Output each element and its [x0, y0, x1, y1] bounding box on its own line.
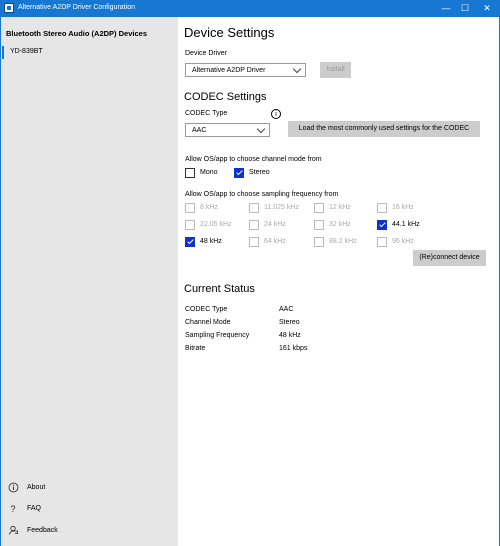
freq-label: 44.1 kHz — [392, 221, 420, 228]
maximize-button[interactable]: ☐ — [458, 2, 472, 15]
codec-info-icon[interactable]: i — [271, 109, 281, 119]
freq-label: 88.2 kHz — [329, 238, 357, 245]
freq-label: 48 kHz — [200, 238, 222, 245]
stereo-checkbox[interactable] — [234, 168, 244, 178]
window-title: Alternative A2DP Driver Configuration — [18, 4, 135, 11]
freq-checkbox-48-khz[interactable] — [185, 237, 195, 247]
current-status-title: Current Status — [184, 283, 255, 295]
feedback-icon — [7, 525, 19, 537]
freq-checkbox-22-05-khz[interactable] — [185, 220, 195, 230]
faq-label: FAQ — [27, 505, 42, 512]
freq-label: 96 kHz — [392, 238, 414, 245]
device-label: YD-839BT — [10, 48, 43, 55]
status-label: CODEC Type — [185, 306, 228, 313]
question-icon: ? — [10, 504, 16, 514]
freq-checkbox-8-khz[interactable] — [185, 203, 195, 213]
freq-label: 22.05 kHz — [200, 221, 232, 228]
feedback-label: Feedback — [27, 527, 58, 534]
mono-checkbox[interactable] — [185, 168, 195, 178]
freq-checkbox-12-khz[interactable] — [314, 203, 324, 213]
freq-label: 24 kHz — [264, 221, 286, 228]
device-driver-label: Device Driver — [185, 50, 228, 57]
freq-label: 8 kHz — [200, 204, 218, 211]
freq-checkbox-16-khz[interactable] — [377, 203, 387, 213]
status-value: Stereo — [279, 319, 300, 326]
status-value: AAC — [279, 306, 294, 313]
freq-label: 12 kHz — [329, 204, 351, 211]
stereo-label: Stereo — [249, 169, 270, 176]
freq-label: 11.025 kHz — [264, 204, 299, 211]
chevron-down-icon — [256, 124, 266, 134]
sidebar: Bluetooth Stereo Audio (A2DP) Devices YD… — [0, 17, 180, 546]
sidebar-header: Bluetooth Stereo Audio (A2DP) Devices — [6, 29, 147, 38]
about-label: About — [27, 484, 46, 491]
chevron-down-icon — [292, 64, 302, 74]
freq-checkbox-32-khz[interactable] — [314, 220, 324, 230]
status-label: Sampling Frequency — [185, 332, 250, 339]
status-label: Bitrate — [185, 345, 206, 352]
title-bar: Alternative A2DP Driver Configuration — … — [0, 0, 500, 17]
close-button[interactable]: ✕ — [480, 2, 494, 15]
device-driver-dropdown[interactable]: Alternative A2DP Driver — [185, 63, 306, 77]
codec-type-label: CODEC Type — [185, 110, 228, 117]
freq-checkbox-64-khz[interactable] — [249, 237, 259, 247]
freq-checkbox-24-khz[interactable] — [249, 220, 259, 230]
freq-label: 16 kHz — [392, 204, 414, 211]
main-panel: Device Settings Device Driver Alternativ… — [178, 17, 500, 546]
device-driver-value: Alternative A2DP Driver — [192, 67, 266, 74]
sidebar-item-feedback[interactable]: Feedback — [1, 523, 178, 540]
sidebar-item-device[interactable]: YD-839BT — [1, 45, 178, 60]
codec-type-dropdown[interactable]: AAC — [185, 123, 270, 137]
status-value: 48 kHz — [279, 332, 301, 339]
freq-checkbox-96-khz[interactable] — [377, 237, 387, 247]
install-button[interactable]: Install — [320, 62, 351, 78]
freq-checkbox-88-2-khz[interactable] — [314, 237, 324, 247]
mono-label: Mono — [200, 169, 218, 176]
status-label: Channel Mode — [185, 319, 231, 326]
sidebar-item-faq[interactable]: ? FAQ — [1, 501, 178, 518]
freq-checkbox-44-1-khz[interactable] — [377, 220, 387, 230]
status-value: 161 kbps — [279, 345, 308, 352]
selection-indicator — [2, 46, 4, 59]
freq-checkbox-11-025-khz[interactable] — [249, 203, 259, 213]
sampling-frequency-label: Allow OS/app to choose sampling frequenc… — [185, 191, 339, 198]
freq-label: 64 kHz — [264, 238, 286, 245]
info-icon — [7, 482, 19, 494]
sidebar-item-about[interactable]: About — [1, 480, 178, 497]
freq-label: 32 kHz — [329, 221, 351, 228]
codec-settings-title: CODEC Settings — [184, 91, 267, 103]
load-common-settings-button[interactable]: Load the most commonly used settings for… — [288, 121, 480, 137]
app-icon — [4, 3, 14, 13]
reconnect-device-button[interactable]: (Re)connect device — [413, 250, 486, 266]
channel-mode-label: Allow OS/app to choose channel mode from — [185, 156, 322, 163]
minimize-button[interactable]: — — [439, 2, 453, 15]
device-settings-title: Device Settings — [184, 25, 275, 40]
codec-type-value: AAC — [192, 127, 207, 134]
